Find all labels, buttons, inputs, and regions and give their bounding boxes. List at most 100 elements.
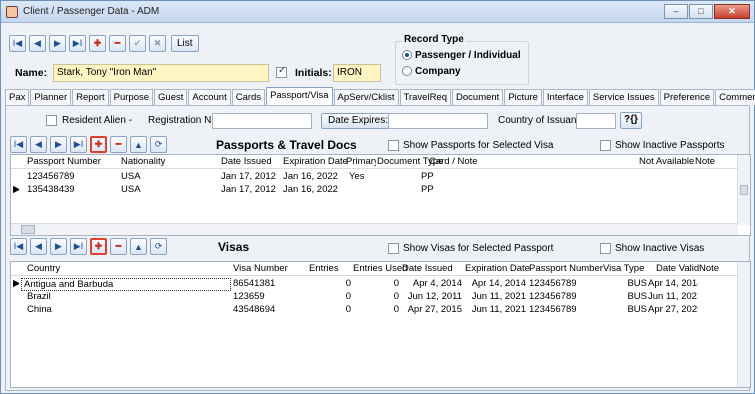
visa-last-button[interactable]: ▶I: [70, 238, 87, 255]
tab-passport-visa[interactable]: Passport/Visa: [266, 87, 333, 105]
col-date-valid[interactable]: Date Valid: [656, 263, 699, 274]
col-note[interactable]: Note: [695, 156, 715, 167]
next-record-button[interactable]: ▶: [49, 35, 66, 52]
col-not-available[interactable]: Not Available: [639, 156, 694, 167]
radio-company[interactable]: Company: [402, 66, 461, 77]
cancel-record-button[interactable]: ✖: [149, 35, 166, 52]
col-visa-number[interactable]: Visa Number: [233, 263, 288, 274]
date-valid-cell: Apr 14, 2014: [648, 278, 698, 289]
country-issuance-input[interactable]: [576, 113, 616, 129]
expiration-date-cell: Jun 11, 2021: [471, 291, 526, 302]
initials-label: Initials:: [295, 67, 332, 79]
visa-next-button[interactable]: ▶: [50, 238, 67, 255]
passports-horizontal-scrollbar[interactable]: [11, 223, 738, 235]
minimize-button[interactable]: –: [664, 4, 688, 19]
add-record-button[interactable]: ✚: [89, 35, 106, 52]
passport-prev-button[interactable]: ◀: [30, 136, 47, 153]
col-primary[interactable]: Primary: [346, 156, 376, 167]
tab-purpose[interactable]: Purpose: [109, 89, 154, 105]
show-visas-selected-passport-checkbox[interactable]: [388, 243, 399, 254]
passport-row[interactable]: ▶ 135438439 USA Jan 17, 2012 Jan 16, 202…: [11, 183, 750, 196]
date-expires-input[interactable]: [388, 113, 488, 129]
name-checkbox[interactable]: [276, 65, 287, 78]
visa-move-up-button[interactable]: ▲: [130, 238, 147, 255]
resident-alien-checkbox[interactable]: [46, 115, 57, 126]
maximize-button[interactable]: □: [689, 4, 713, 19]
col-date-issued[interactable]: Date Issued: [221, 156, 272, 167]
country-lookup-button[interactable]: ?{}: [620, 112, 642, 129]
tab-document[interactable]: Document: [452, 89, 504, 105]
first-record-button[interactable]: I◀: [9, 35, 26, 52]
passport-next-button[interactable]: ▶: [50, 136, 67, 153]
col-date-issued[interactable]: Date Issued: [402, 263, 453, 274]
delete-record-button[interactable]: ━: [109, 35, 126, 52]
passports-hscroll-thumb[interactable]: [21, 225, 35, 234]
col-visa-type[interactable]: Visa Type: [603, 263, 644, 274]
tab-apserv-cklist[interactable]: ApServ/Cklist: [333, 89, 399, 105]
passport-first-button[interactable]: I◀: [10, 136, 27, 153]
passports-vscroll-thumb[interactable]: [740, 185, 748, 195]
col-passport-number[interactable]: Passport Number: [27, 156, 101, 167]
col-card-note[interactable]: Card / Note: [429, 156, 478, 167]
passport-delete-button[interactable]: ━: [110, 136, 127, 153]
name-field[interactable]: Stark, Tony "Iron Man": [53, 64, 269, 82]
passport-row[interactable]: 123456789 USA Jan 17, 2012 Jan 16, 2022 …: [11, 170, 750, 183]
nationality-cell: USA: [121, 184, 141, 195]
passport-number-cell: 123456789: [529, 278, 577, 289]
visa-add-button[interactable]: ✚: [90, 238, 107, 255]
col-visa-note[interactable]: Note: [699, 263, 719, 274]
show-visas-selected-passport-label: Show Visas for Selected Passport: [403, 243, 554, 254]
tab-interface[interactable]: Interface: [542, 89, 588, 105]
tab-picture[interactable]: Picture: [504, 89, 542, 105]
tab-cards[interactable]: Cards: [231, 89, 266, 105]
visas-vertical-scrollbar[interactable]: [737, 262, 750, 387]
initials-field[interactable]: IRON: [333, 64, 381, 82]
visa-prev-button[interactable]: ◀: [30, 238, 47, 255]
passport-visa-panel: Resident Alien - Registration Number: Da…: [5, 105, 751, 391]
show-inactive-passports-checkbox[interactable]: [600, 140, 611, 151]
visa-row[interactable]: China 43548694 0 0 Apr 27, 2015 Jun 11, …: [11, 303, 750, 316]
visa-refresh-button[interactable]: ⟳: [150, 238, 167, 255]
tab-service-issues[interactable]: Service Issues: [588, 89, 659, 105]
visa-first-button[interactable]: I◀: [10, 238, 27, 255]
close-button[interactable]: ✕: [714, 4, 750, 19]
tab-preference[interactable]: Preference: [659, 89, 715, 105]
registration-number-input[interactable]: [212, 113, 312, 129]
col-country[interactable]: Country: [27, 263, 60, 274]
col-expiration-date[interactable]: Expiration Date: [465, 263, 530, 274]
col-nationality[interactable]: Nationality: [121, 156, 165, 167]
save-record-button[interactable]: ✔: [129, 35, 146, 52]
list-button[interactable]: List: [171, 35, 199, 52]
tab-report[interactable]: Report: [72, 89, 109, 105]
col-passport-number[interactable]: Passport Number: [529, 263, 603, 274]
tab-travelreq[interactable]: TravelReq: [399, 89, 452, 105]
prev-record-button[interactable]: ◀: [29, 35, 46, 52]
show-inactive-visas-checkbox[interactable]: [600, 243, 611, 254]
col-entries-used[interactable]: Entries Used: [353, 263, 407, 274]
passport-last-button[interactable]: ▶I: [70, 136, 87, 153]
col-entries[interactable]: Entries: [309, 263, 339, 274]
show-passports-selected-visa-checkbox[interactable]: [388, 140, 399, 151]
visa-row[interactable]: ▶ Antigua and Barbuda 86541381 0 0 Apr 4…: [11, 277, 750, 291]
date-expires-button[interactable]: Date Expires:: [321, 113, 396, 129]
visas-grid: Country Visa Number Entries Entries Used…: [10, 261, 751, 388]
last-record-button[interactable]: ▶I: [69, 35, 86, 52]
passport-refresh-button[interactable]: ⟳: [150, 136, 167, 153]
col-expiration-date[interactable]: Expiration Date: [283, 156, 348, 167]
radio-passenger[interactable]: Passenger / Individual: [402, 50, 521, 61]
radio-company-dot[interactable]: [402, 66, 412, 77]
row-selector-icon: ▶: [13, 278, 19, 289]
radio-passenger-dot[interactable]: [402, 50, 412, 61]
tab-planner[interactable]: Planner: [30, 89, 72, 105]
title-bar[interactable]: Client / Passenger Data - ADM – □ ✕: [1, 1, 754, 23]
passport-add-button[interactable]: ✚: [90, 136, 107, 153]
visas-grid-header: Country Visa Number Entries Entries Used…: [11, 262, 750, 276]
visa-row[interactable]: Brazil 123659 0 0 Jun 12, 2011 Jun 11, 2…: [11, 290, 750, 303]
passport-move-up-button[interactable]: ▲: [130, 136, 147, 153]
visa-delete-button[interactable]: ━: [110, 238, 127, 255]
tab-comment[interactable]: Comment: [715, 89, 755, 105]
passports-vertical-scrollbar[interactable]: [737, 155, 750, 225]
tab-guest[interactable]: Guest: [154, 89, 188, 105]
tab-pax[interactable]: Pax: [5, 89, 30, 105]
tab-account[interactable]: Account: [188, 89, 231, 105]
